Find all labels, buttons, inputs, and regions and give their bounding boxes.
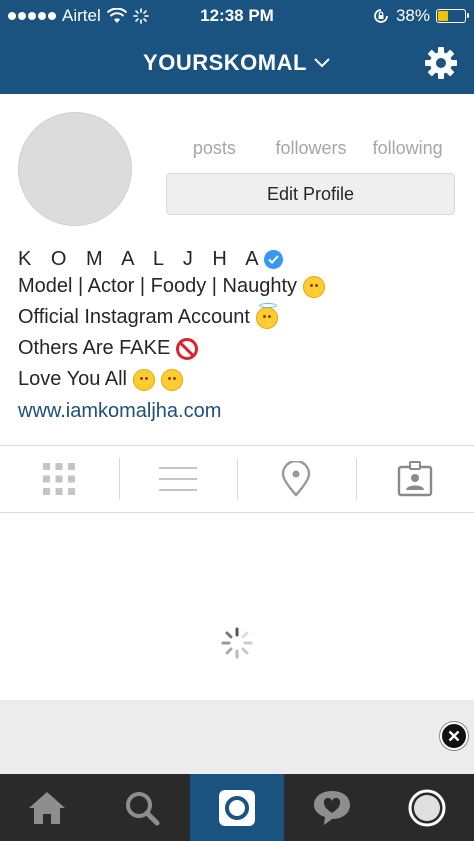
bio-text: Love You All <box>18 368 127 390</box>
search-icon <box>126 791 160 825</box>
bottom-tab-activity[interactable] <box>284 774 379 841</box>
tab-tagged[interactable] <box>355 446 474 512</box>
profile-stats: posts followers following <box>166 138 456 159</box>
username-title: YOURSKOMAL <box>143 50 307 75</box>
bottom-tab-search[interactable] <box>95 774 190 841</box>
edit-profile-button[interactable]: Edit Profile <box>166 173 455 215</box>
carrier-name: Airtel <box>62 6 101 25</box>
divider <box>0 512 474 513</box>
tab-list[interactable] <box>118 446 238 512</box>
bottom-tab-home[interactable] <box>0 774 95 841</box>
bottom-tab-camera[interactable] <box>189 774 285 841</box>
bio-line: Model | Actor | Foody | Naughty <box>18 271 458 302</box>
navigation-bar: YOURSKOMAL <box>0 32 474 94</box>
activity-heart-icon <box>313 790 350 825</box>
tab-grid[interactable] <box>0 446 119 512</box>
profile-avatar[interactable] <box>18 112 132 226</box>
close-icon <box>448 730 460 742</box>
loading-activity-icon <box>132 8 149 24</box>
status-left: Airtel <box>8 6 178 26</box>
profile-icon <box>408 789 446 826</box>
bottom-tab-bar <box>0 774 474 841</box>
blushing-face-emoji-icon <box>133 368 155 391</box>
posts-stat[interactable]: posts <box>166 138 263 159</box>
status-right: 38% <box>296 6 469 26</box>
tagged-photos-icon <box>397 461 432 497</box>
loading-spinner-icon <box>221 627 253 659</box>
following-stat[interactable]: following <box>359 138 456 159</box>
list-icon <box>158 467 197 491</box>
chevron-down-icon <box>314 58 330 68</box>
profile-name: K O M A L J H A <box>18 247 266 270</box>
account-switcher[interactable]: YOURSKOMAL <box>143 50 331 76</box>
halo-face-emoji-icon <box>255 302 278 329</box>
tab-location[interactable] <box>237 446 356 512</box>
bio-text: Model | Actor | Foody | Naughty <box>18 275 298 297</box>
status-bar: Airtel 12:38 PM 38% <box>0 0 474 32</box>
bio-line: Others Are FAKE <box>18 333 458 364</box>
grid-icon <box>43 463 76 495</box>
profile-view-tabs <box>0 446 474 512</box>
prohibited-emoji-icon <box>176 337 199 360</box>
bio-line: Official Instagram Account <box>18 302 458 333</box>
status-time: 12:38 PM <box>200 6 274 25</box>
bottom-tab-profile[interactable] <box>379 774 474 841</box>
followers-stat[interactable]: followers <box>263 138 360 159</box>
kissing-face-emoji-icon <box>161 368 183 391</box>
profile-name-row: K O M A L J H A <box>18 247 458 271</box>
smiling-face-emoji-icon <box>303 275 326 298</box>
gear-icon[interactable] <box>424 46 458 80</box>
wifi-icon <box>106 8 127 23</box>
ad-banner[interactable] <box>0 700 474 774</box>
close-ad-button[interactable] <box>440 722 468 750</box>
bio-text: Official Instagram Account <box>18 306 250 328</box>
battery-percent: 38% <box>395 6 430 25</box>
bio-text: Others Are FAKE <box>18 337 171 359</box>
profile-bio: K O M A L J H A Model | Actor | Foody | … <box>18 247 458 428</box>
website-link[interactable]: www.iamkomaljha.com <box>18 395 458 428</box>
location-pin-icon <box>282 461 311 497</box>
camera-icon <box>218 789 255 826</box>
signal-strength-icon <box>8 12 56 20</box>
bio-line: Love You All <box>18 364 458 395</box>
battery-icon <box>436 9 469 23</box>
home-icon <box>29 791 66 824</box>
verified-badge-icon <box>263 249 283 269</box>
battery-level <box>438 11 448 21</box>
rotation-lock-icon <box>374 9 388 23</box>
